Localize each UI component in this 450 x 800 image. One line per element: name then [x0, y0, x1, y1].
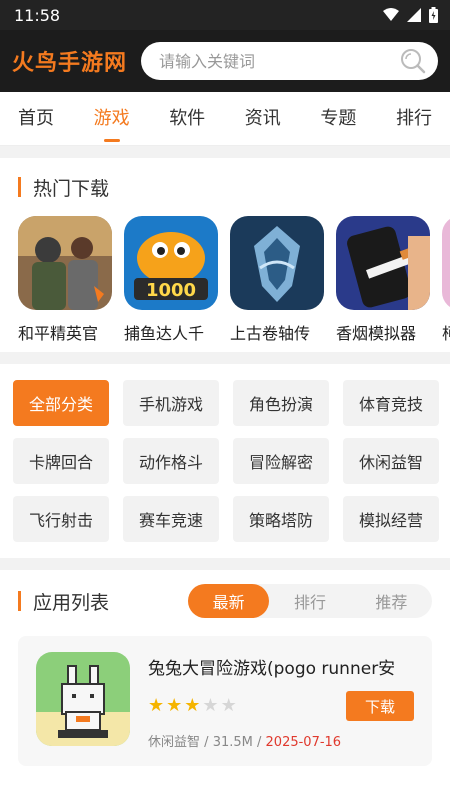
app-icon[interactable]	[36, 652, 130, 746]
star-icon: ★	[166, 695, 183, 716]
app-list-header: 应用列表 最新 排行 推荐	[0, 570, 450, 632]
sort-tab-ranking[interactable]: 排行	[269, 584, 350, 618]
app-list-item[interactable]: 兔兔大冒险游戏(pogo runner安 ★ ★ ★ ★ ★ 下载 休闲益智 /…	[18, 636, 432, 766]
app-info: 兔兔大冒险游戏(pogo runner安 ★ ★ ★ ★ ★ 下载 休闲益智 /…	[148, 652, 414, 750]
tab-games[interactable]: 游戏	[94, 92, 130, 146]
svg-text:1000: 1000	[146, 280, 196, 301]
hot-downloads-list: 和平精英官 1000 捕鱼达人千 上古卷轴传 香烟模拟器	[0, 216, 450, 352]
signal-icon	[407, 8, 421, 22]
star-icon: ★	[202, 695, 219, 716]
category-item[interactable]: 动作格斗	[123, 438, 219, 484]
meta-separator: /	[204, 735, 209, 750]
category-item[interactable]: 策略塔防	[233, 496, 329, 542]
hot-item-name[interactable]: 和平精英官	[18, 320, 124, 344]
search-box[interactable]	[141, 42, 438, 80]
tab-software[interactable]: 软件	[169, 92, 205, 146]
category-item[interactable]: 卡牌回合	[13, 438, 109, 484]
search-icon[interactable]	[400, 48, 426, 74]
app-rating-row: ★ ★ ★ ★ ★ 下载	[148, 691, 414, 721]
app-list-sort-tabs: 最新 排行 推荐	[188, 584, 432, 618]
app-date: 2025-07-16	[265, 735, 342, 750]
hot-item-name[interactable]: 香烟模拟器	[336, 320, 442, 344]
meta-separator: /	[257, 735, 262, 750]
category-item[interactable]: 手机游戏	[123, 380, 219, 426]
sort-tab-latest[interactable]: 最新	[188, 584, 270, 618]
app-size: 31.5M	[212, 735, 253, 750]
star-icon: ★	[184, 695, 201, 716]
battery-icon	[429, 7, 438, 23]
category-item[interactable]: 角色扮演	[233, 380, 329, 426]
app-name[interactable]: 兔兔大冒险游戏(pogo runner安	[148, 654, 414, 679]
header: 火鸟手游网	[0, 30, 450, 92]
section-title: 应用列表	[33, 591, 110, 614]
hot-item[interactable]: 1000 捕鱼达人千	[124, 216, 230, 352]
rating-stars: ★ ★ ★ ★ ★	[148, 697, 237, 715]
category-item[interactable]: 冒险解密	[233, 438, 329, 484]
game-icon[interactable]: 1000	[124, 216, 218, 310]
download-button[interactable]: 下载	[346, 691, 414, 721]
hot-item-name[interactable]: 上古卷轴传	[230, 320, 336, 344]
site-logo[interactable]: 火鸟手游网	[12, 45, 127, 77]
star-icon: ★	[220, 695, 237, 716]
category-item[interactable]: 体育竞技	[343, 380, 439, 426]
app-list-title-wrap: 应用列表	[18, 588, 109, 615]
star-icon: ★	[148, 695, 165, 716]
status-time: 11:58	[14, 5, 61, 25]
category-all[interactable]: 全部分类	[13, 380, 109, 426]
tab-topics[interactable]: 专题	[320, 92, 356, 146]
hot-item-name[interactable]: 捕鱼达人千	[124, 320, 230, 344]
category-item[interactable]: 休闲益智	[343, 438, 439, 484]
category-item[interactable]: 赛车竞速	[123, 496, 219, 542]
section-accent-bar	[18, 177, 21, 197]
game-icon[interactable]	[442, 216, 450, 310]
game-icon[interactable]	[336, 216, 430, 310]
category-item[interactable]: 模拟经营	[343, 496, 439, 542]
divider	[0, 146, 450, 158]
tab-ranking[interactable]: 排行	[396, 92, 432, 146]
section-accent-bar	[18, 591, 21, 611]
divider	[0, 558, 450, 570]
app-category: 休闲益智	[148, 735, 201, 750]
wifi-icon	[383, 8, 399, 21]
hot-item[interactable]: 和平精英官	[18, 216, 124, 352]
status-bar: 11:58	[0, 0, 450, 30]
hot-item[interactable]: 香烟模拟器	[336, 216, 442, 352]
category-item[interactable]: 飞行射击	[13, 496, 109, 542]
divider	[0, 352, 450, 364]
hot-downloads-header: 热门下载	[0, 158, 450, 216]
tab-news[interactable]: 资讯	[245, 92, 281, 146]
category-grid: 全部分类 手机游戏 角色扮演 体育竞技 卡牌回合 动作格斗 冒险解密 休闲益智 …	[0, 364, 450, 558]
sort-tab-recommend[interactable]: 推荐	[351, 584, 432, 618]
main-nav: 首页 游戏 软件 资讯 专题 排行	[0, 92, 450, 146]
section-title: 热门下载	[33, 177, 110, 200]
tab-home[interactable]: 首页	[18, 92, 54, 146]
hot-item[interactable]: 上古卷轴传	[230, 216, 336, 352]
app-meta: 休闲益智 / 31.5M / 2025-07-16	[148, 731, 414, 750]
search-input[interactable]	[157, 50, 400, 72]
game-icon[interactable]	[18, 216, 112, 310]
game-icon[interactable]	[230, 216, 324, 310]
status-icons	[383, 7, 438, 23]
hot-item[interactable]: 柯	[442, 216, 450, 352]
hot-item-name[interactable]: 柯	[442, 320, 450, 344]
